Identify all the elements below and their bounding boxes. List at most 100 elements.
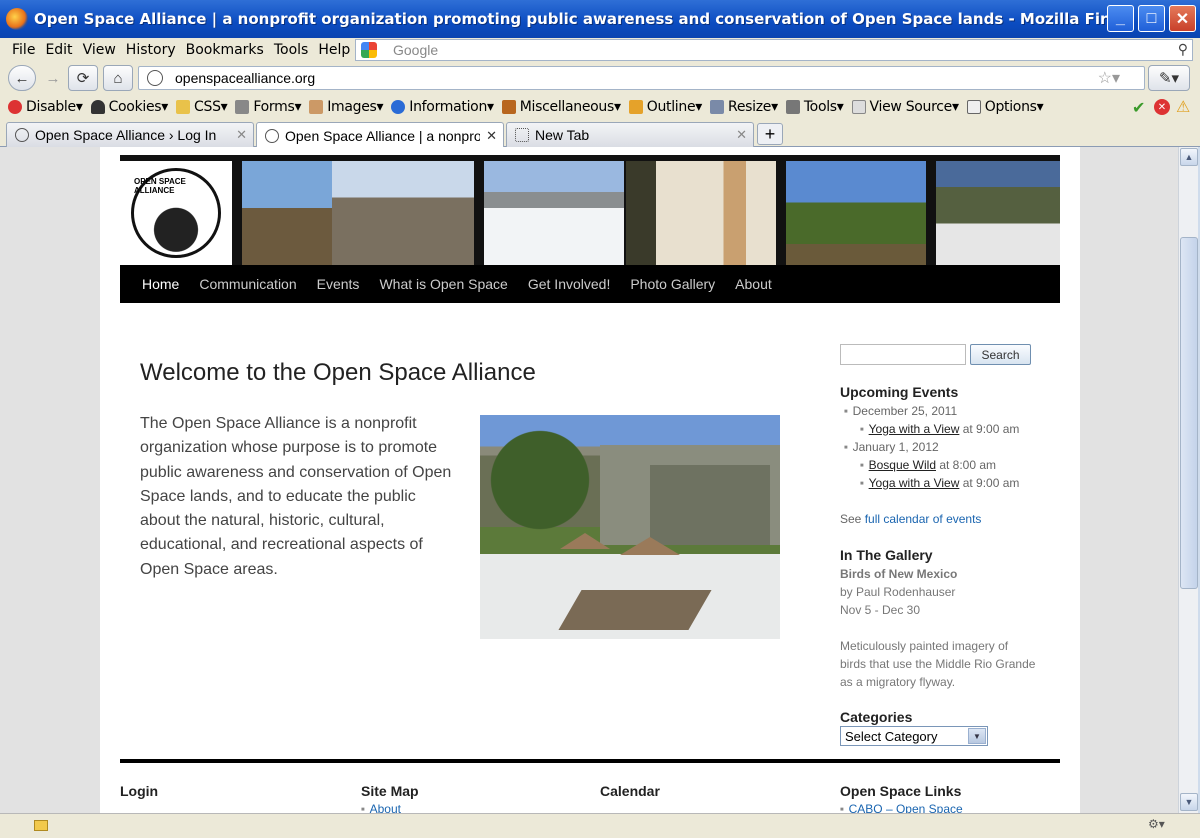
miscellaneous-icon (501, 100, 516, 114)
maximize-button[interactable]: □ (1138, 5, 1165, 32)
event-time: at 9:00 am (959, 422, 1020, 436)
gallery-dates: Nov 5 - Dec 30 (840, 603, 921, 617)
google-icon[interactable] (361, 42, 377, 58)
web-developer-toolbar: Disable▾ Cookies▾ CSS▾ Forms▾ Images▾ In… (0, 94, 1200, 120)
scroll-up-arrow-icon[interactable]: ▲ (1180, 148, 1198, 166)
toolbar-images[interactable]: Images▾ (309, 99, 384, 115)
toolbar-information[interactable]: Information▾ (391, 99, 494, 115)
close-tab-icon[interactable]: ✕ (236, 127, 247, 143)
tools-icon (785, 100, 800, 114)
vertical-scrollbar[interactable]: ▲ ▼ (1178, 147, 1198, 813)
close-window-button[interactable]: ✕ (1169, 5, 1196, 32)
banner-photo-field (242, 161, 336, 265)
page-title: Welcome to the Open Space Alliance (140, 359, 536, 386)
tab-login[interactable]: Open Space Alliance › Log In ✕ (6, 122, 254, 147)
event-link[interactable]: Yoga with a View (869, 422, 960, 436)
toolbar-cookies[interactable]: Cookies▾ (90, 99, 168, 115)
toolbar-forms[interactable]: Forms▾ (235, 99, 302, 115)
address-bar[interactable]: openspacealliance.org ☆▾ (138, 66, 1145, 90)
scroll-down-arrow-icon[interactable]: ▼ (1180, 793, 1198, 811)
toolbar-options-label: Options▾ (984, 99, 1044, 115)
category-select[interactable]: Select Category ▼ (840, 726, 988, 746)
full-calendar-line: See full calendar of events (840, 512, 981, 526)
nav-events[interactable]: Events (317, 276, 360, 292)
search-icon[interactable]: ⚲ (1178, 41, 1188, 58)
nav-home[interactable]: Home (142, 276, 179, 292)
sidebar-search-input[interactable] (840, 344, 966, 365)
sidebar-search-button[interactable]: Search (970, 344, 1031, 365)
close-tab-icon[interactable]: ✕ (486, 128, 497, 144)
tab-strip: Open Space Alliance › Log In ✕ Open Spac… (0, 120, 1200, 148)
nav-about[interactable]: About (735, 276, 772, 292)
event-date-text: December 25, 2011 (852, 404, 958, 418)
toolbar-miscellaneous[interactable]: Miscellaneous▾ (501, 99, 621, 115)
status-tools-icon[interactable]: ⚙▾ (1148, 817, 1165, 831)
addon-menu-button[interactable]: ✎▾ (1148, 65, 1190, 91)
toolbar-view-source[interactable]: View Source▾ (851, 99, 959, 115)
menu-bookmarks[interactable]: Bookmarks (186, 42, 264, 58)
full-calendar-link[interactable]: full calendar of events (865, 512, 982, 526)
footer-cabq-link[interactable]: CABQ – Open Space (840, 802, 963, 813)
forward-button[interactable]: → (38, 65, 68, 91)
footer-sitemap-title: Site Map (361, 783, 419, 799)
toolbar-options[interactable]: Options▾ (966, 99, 1044, 115)
nav-photo-gallery[interactable]: Photo Gallery (630, 276, 715, 292)
event-time: at 8:00 am (936, 458, 997, 472)
categories-title: Categories (840, 709, 913, 725)
toolbar-miscellaneous-label: Miscellaneous▾ (519, 99, 621, 115)
css-icon (176, 100, 191, 114)
menu-view[interactable]: View (83, 42, 116, 58)
addon-status-icon[interactable] (34, 820, 48, 831)
tab-new[interactable]: New Tab ✕ (506, 122, 754, 147)
toolbar-outline[interactable]: Outline▾ (628, 99, 702, 115)
nav-communication[interactable]: Communication (199, 276, 296, 292)
web-search-box[interactable]: Google ⚲ (355, 39, 1193, 61)
upcoming-events-title: Upcoming Events (840, 384, 959, 400)
menu-history[interactable]: History (126, 42, 176, 58)
tab-favicon-icon (15, 128, 29, 142)
url-text[interactable]: openspacealliance.org (175, 70, 315, 86)
scrollbar-thumb[interactable] (1180, 237, 1198, 589)
home-button[interactable]: ⌂ (103, 65, 133, 91)
menu-edit[interactable]: Edit (45, 42, 72, 58)
back-button[interactable]: ← (8, 65, 36, 91)
window-title: Open Space Alliance | a nonprofit organi… (34, 10, 1114, 28)
outline-icon (628, 100, 643, 114)
tab-favicon-icon (265, 128, 279, 143)
toolbar-information-label: Information▾ (409, 99, 494, 115)
new-tab-button[interactable]: + (757, 123, 783, 145)
site-page: OPEN SPACE ALLIANCE Home Communication E… (100, 147, 1080, 813)
chevron-down-icon[interactable]: ▼ (968, 728, 986, 744)
warning-icon[interactable]: ⚠ (1176, 97, 1190, 116)
site-logo[interactable]: OPEN SPACE ALLIANCE (120, 161, 232, 265)
event-link[interactable]: Bosque Wild (869, 458, 936, 472)
event-time: at 9:00 am (959, 476, 1020, 490)
tab-home-active[interactable]: Open Space Alliance | a nonprofi… ✕ (256, 122, 504, 148)
photo-tree (480, 415, 600, 545)
nav-get-involved[interactable]: Get Involved! (528, 276, 611, 292)
bookmark-star-icon[interactable]: ☆▾ (1098, 68, 1120, 88)
footer-sitemap-about-link[interactable]: About (361, 802, 401, 813)
error-icon[interactable]: ✕ (1154, 99, 1170, 115)
menu-help[interactable]: Help (318, 42, 350, 58)
header-banner: OPEN SPACE ALLIANCE (120, 155, 1060, 265)
menu-file[interactable]: File (12, 42, 35, 58)
reload-button[interactable]: ⟳ (68, 65, 98, 91)
checkmark-icon[interactable]: ✔ (1132, 98, 1145, 117)
minimize-button[interactable]: _ (1107, 5, 1134, 32)
event-link[interactable]: Yoga with a View (869, 476, 960, 490)
banner-photo-snow (484, 161, 624, 265)
toolbar-resize[interactable]: Resize▾ (710, 99, 778, 115)
toolbar-tools[interactable]: Tools▾ (785, 99, 844, 115)
menu-tools[interactable]: Tools (274, 42, 309, 58)
logo-text: OPEN SPACE ALLIANCE (134, 177, 186, 195)
toolbar-css[interactable]: CSS▾ (176, 99, 228, 115)
close-tab-icon[interactable]: ✕ (736, 127, 747, 143)
event-item: Yoga with a View at 9:00 am (860, 476, 1020, 490)
event-date: January 1, 2012 (844, 440, 939, 454)
view-source-icon (851, 100, 866, 114)
footer-divider (120, 759, 1060, 763)
event-date: December 25, 2011 (844, 404, 958, 418)
nav-what-is-open-space[interactable]: What is Open Space (379, 276, 507, 292)
toolbar-disable[interactable]: Disable▾ (8, 99, 83, 115)
